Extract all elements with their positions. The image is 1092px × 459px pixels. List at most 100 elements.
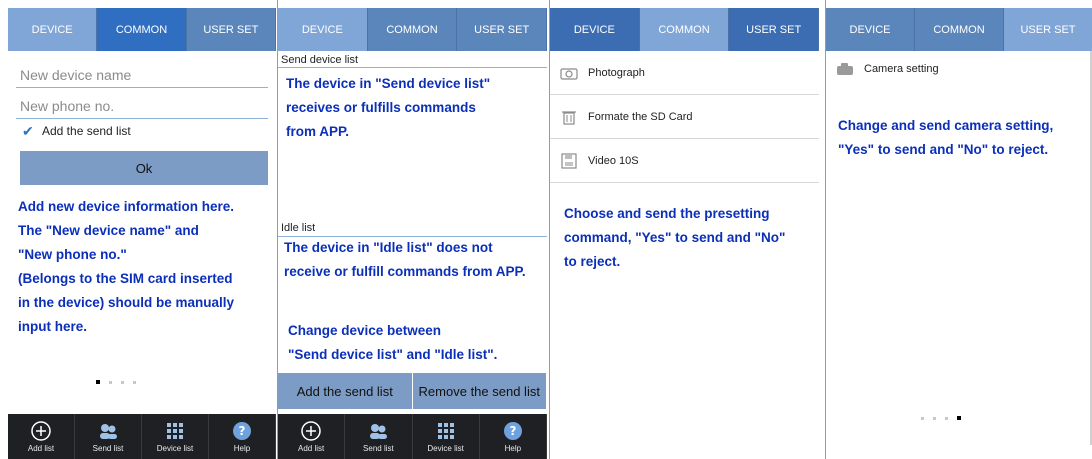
nav-device-list[interactable]: Device list [142, 414, 209, 459]
nav-label: Add list [27, 444, 55, 453]
tab-common[interactable]: COMMON [367, 8, 458, 51]
help-line: Add new device information here. [18, 199, 235, 214]
help-line: receives or fulfills commands [286, 100, 476, 115]
help-line: to reject. [564, 254, 621, 269]
command-label: Video 10S [588, 154, 639, 167]
nav-label: Device list [427, 444, 464, 453]
add-send-list-row[interactable]: ✔ Add the send list [22, 124, 131, 138]
trash-icon [560, 109, 578, 125]
svg-text:?: ? [239, 424, 246, 438]
help-icon: ? [502, 420, 524, 442]
divider [278, 67, 547, 68]
help-line: The device in "Idle list" does not [284, 240, 493, 255]
nav-help[interactable]: ? Help [480, 414, 547, 459]
nav-send-list[interactable]: Send list [75, 414, 142, 459]
nav-send-list[interactable]: Send list [345, 414, 413, 459]
nav-add-list[interactable]: Add list [8, 414, 75, 459]
help-line: command, "Yes" to send and "No" [564, 230, 786, 245]
idle-list-header: Idle list [281, 222, 316, 234]
command-format-sd[interactable]: Formate the SD Card [550, 95, 819, 139]
checkbox-checked-icon[interactable]: ✔ [22, 124, 34, 138]
tab-common[interactable]: COMMON [639, 8, 730, 51]
grid-icon [435, 420, 457, 442]
command-photograph[interactable]: Photograph [550, 51, 819, 95]
tab-user-set[interactable]: USER SET [186, 8, 276, 51]
save-icon [560, 152, 578, 169]
nav-device-list[interactable]: Device list [413, 414, 480, 459]
page-dot [921, 416, 924, 420]
camera-setting-item[interactable]: Camera setting [826, 51, 1092, 87]
help-line: "Send device list" and "Idle list". [288, 347, 498, 362]
tab-bar: DEVICE COMMON USER SET [278, 8, 547, 51]
tab-user-set[interactable]: USER SET [1004, 8, 1092, 51]
remove-send-list-button[interactable]: Remove the send list [412, 373, 547, 409]
help-line: "New phone no." [18, 247, 127, 262]
add-send-list-button[interactable]: Add the send list [278, 373, 413, 409]
add-circle-icon [30, 420, 52, 442]
nav-label: Add list [298, 444, 325, 453]
page-indicator [921, 416, 961, 420]
phone-number-input[interactable]: New phone no. [16, 91, 268, 119]
nav-add-list[interactable]: Add list [278, 414, 346, 459]
camera-icon [560, 65, 578, 81]
nav-label: Send list [363, 444, 394, 453]
tab-common[interactable]: COMMON [97, 8, 187, 51]
users-icon [367, 420, 389, 442]
users-icon [97, 420, 119, 442]
camera-setting-icon [836, 61, 854, 77]
tab-device[interactable]: DEVICE [278, 8, 368, 51]
help-line: The device in "Send device list" [286, 76, 491, 91]
help-line: in the device) should be manually [18, 295, 235, 310]
tab-bar: DEVICE COMMON USER SET [8, 8, 276, 51]
nav-label: Device list [156, 444, 194, 453]
send-device-list-header: Send device list [281, 54, 359, 66]
help-line: input here. [18, 319, 88, 334]
send-list-help-text: The device in "Send device list" receive… [286, 72, 490, 144]
help-icon: ? [231, 420, 253, 442]
add-send-list-label: Add the send list [42, 124, 131, 138]
add-device-help-text: Add new device information here. The "Ne… [18, 195, 234, 339]
camera-setting-label: Camera setting [864, 63, 939, 75]
tab-user-set[interactable]: USER SET [729, 8, 819, 51]
command-video[interactable]: Video 10S [550, 139, 819, 183]
tab-common[interactable]: COMMON [915, 8, 1004, 51]
nav-label: Send list [92, 444, 124, 453]
panel-common-commands: DEVICE COMMON USER SET Photograph Format… [549, 0, 819, 459]
bottom-nav: Add list Send list Device list ? Help [8, 414, 276, 459]
page-dot-active [96, 380, 100, 384]
help-line: Change device between [288, 323, 442, 338]
nav-help[interactable]: ? Help [209, 414, 276, 459]
command-label: Formate the SD Card [588, 110, 693, 123]
page-dot [945, 416, 948, 420]
help-line: receive or fulfill commands from APP. [284, 264, 526, 279]
idle-list-help-text: The device in "Idle list" does not recei… [284, 236, 526, 284]
panel-add-device: DEVICE COMMON USER SET New device name N… [8, 0, 276, 459]
tab-bar: DEVICE COMMON USER SET [826, 8, 1092, 51]
help-line: from APP. [286, 124, 350, 139]
tab-user-set[interactable]: USER SET [457, 8, 547, 51]
tab-bar: DEVICE COMMON USER SET [550, 8, 819, 51]
page-dot [109, 380, 112, 384]
list-actions: Add the send list Remove the send list [278, 373, 547, 409]
page-indicator [96, 380, 136, 384]
help-line: Change and send camera setting, [838, 118, 1054, 133]
help-line: (Belongs to the SIM card inserted [18, 271, 233, 286]
page-dot-active [957, 416, 961, 420]
panel-user-set: DEVICE COMMON USER SET Camera setting Ch… [825, 0, 1092, 459]
panel-device-lists: DEVICE COMMON USER SET Send device list … [277, 0, 547, 459]
command-help-text: Choose and send the presetting command, … [564, 202, 785, 274]
tab-device[interactable]: DEVICE [8, 8, 98, 51]
page-dot [933, 416, 936, 420]
camera-setting-help-text: Change and send camera setting, "Yes" to… [838, 114, 1053, 162]
nav-label: Help [233, 444, 251, 453]
svg-text:?: ? [509, 424, 516, 438]
device-name-input[interactable]: New device name [16, 60, 268, 88]
grid-icon [164, 420, 186, 442]
help-line: "Yes" to send and "No" to reject. [838, 142, 1049, 157]
change-device-help-text: Change device between "Send device list"… [288, 319, 497, 367]
page-dot [133, 380, 136, 384]
tab-device[interactable]: DEVICE [550, 8, 640, 51]
add-circle-icon [300, 420, 322, 442]
ok-button[interactable]: Ok [20, 151, 268, 185]
tab-device[interactable]: DEVICE [826, 8, 915, 51]
